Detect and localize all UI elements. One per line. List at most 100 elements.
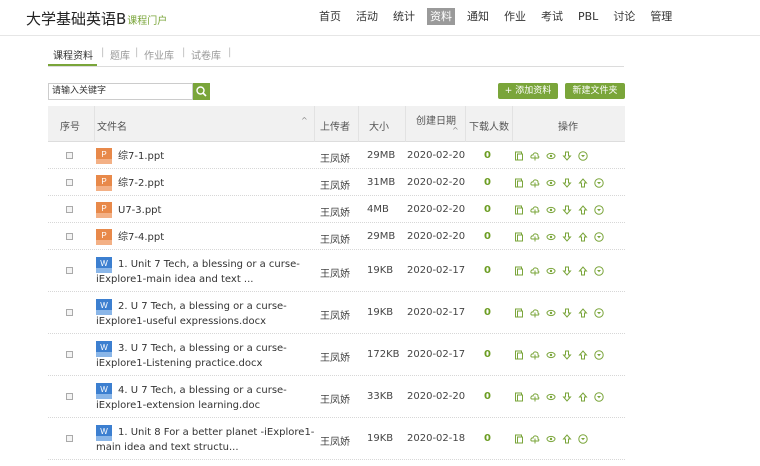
file-name-cont[interactable]: iExplore1-Listening practice.docx (96, 356, 262, 371)
file-name[interactable]: 综7-4.ppt (118, 230, 164, 245)
upload-icon[interactable] (578, 205, 588, 215)
nav-item[interactable]: 作业 (501, 8, 529, 25)
chevron-down-circle-icon[interactable] (594, 205, 604, 215)
cloud-upload-icon[interactable] (530, 392, 540, 402)
nav-item[interactable]: 资料 (427, 8, 455, 25)
table-row[interactable]: W 4. U 7 Tech, a blessing or a curse-iExp… (48, 376, 625, 418)
row-checkbox[interactable] (66, 179, 73, 186)
download-icon[interactable] (562, 205, 572, 215)
cloud-upload-icon[interactable] (530, 232, 540, 242)
nav-item[interactable]: 统计 (390, 8, 418, 25)
nav-item[interactable]: 通知 (464, 8, 492, 25)
cloud-upload-icon[interactable] (530, 434, 540, 444)
file-name-cont[interactable]: iExplore1-useful expressions.docx (96, 314, 266, 329)
upload-icon[interactable] (578, 266, 588, 276)
chevron-down-circle-icon[interactable] (594, 392, 604, 402)
upload-icon[interactable] (578, 308, 588, 318)
eye-icon[interactable] (546, 392, 556, 402)
chevron-down-circle-icon[interactable] (594, 178, 604, 188)
file-name-cont[interactable]: main idea and text structu... (96, 440, 239, 455)
file-name-cont[interactable]: iExplore1-main idea and text ... (96, 272, 253, 287)
eye-icon[interactable] (546, 205, 556, 215)
search-input[interactable]: 请输入关键字 (48, 83, 193, 100)
download-icon[interactable] (562, 350, 572, 360)
row-checkbox[interactable] (66, 393, 73, 400)
cloud-upload-icon[interactable] (530, 266, 540, 276)
cloud-upload-icon[interactable] (530, 308, 540, 318)
file-name-cont[interactable]: iExplore1-extension learning.doc (96, 398, 260, 413)
upload-icon[interactable] (578, 350, 588, 360)
row-checkbox[interactable] (66, 435, 73, 442)
doc-icon[interactable] (514, 232, 524, 242)
header-date[interactable]: 创建日期 ^ (405, 106, 465, 142)
eye-icon[interactable] (546, 232, 556, 242)
nav-item[interactable]: 管理 (647, 8, 675, 25)
file-name[interactable]: 综7-1.ppt (118, 149, 164, 164)
table-row[interactable]: P 综7-4.ppt 王凤娇 29MB 2020-02-20 0 (48, 223, 625, 250)
file-name[interactable]: 3. U 7 Tech, a blessing or a curse- (118, 341, 287, 356)
download-icon[interactable] (562, 392, 572, 402)
cloud-upload-icon[interactable] (530, 151, 540, 161)
eye-icon[interactable] (546, 308, 556, 318)
table-row[interactable]: W 2. U 7 Tech, a blessing or a curse-iExp… (48, 292, 625, 334)
tab-question-bank[interactable]: 题库 (110, 47, 130, 62)
file-name[interactable]: 1. Unit 8 For a better planet -iExplore1… (118, 425, 314, 440)
download-icon[interactable] (562, 151, 572, 161)
download-icon[interactable] (562, 266, 572, 276)
row-checkbox[interactable] (66, 351, 73, 358)
new-folder-button[interactable]: 新建文件夹 (565, 83, 625, 99)
file-name[interactable]: 1. Unit 7 Tech, a blessing or a curse- (118, 257, 300, 272)
search-button[interactable] (193, 83, 210, 100)
tab-exam-bank[interactable]: 试卷库 (191, 47, 221, 62)
table-row[interactable]: P U7-3.ppt 王凤娇 4MB 2020-02-20 0 (48, 196, 625, 223)
tab-homework-bank[interactable]: 作业库 (144, 47, 174, 62)
row-checkbox[interactable] (66, 152, 73, 159)
chevron-down-circle-icon[interactable] (578, 151, 588, 161)
doc-icon[interactable] (514, 434, 524, 444)
chevron-down-circle-icon[interactable] (594, 350, 604, 360)
eye-icon[interactable] (546, 434, 556, 444)
sort-up-icon[interactable]: ^ (301, 116, 308, 125)
cloud-upload-icon[interactable] (530, 178, 540, 188)
tab-course-materials[interactable]: 课程资料 (53, 47, 93, 62)
table-row[interactable]: W 1. Unit 8 For a better planet -iExplore… (48, 418, 625, 460)
chevron-down-circle-icon[interactable] (594, 308, 604, 318)
doc-icon[interactable] (514, 392, 524, 402)
upload-icon[interactable] (578, 232, 588, 242)
chevron-down-circle-icon[interactable] (594, 266, 604, 276)
header-filename[interactable]: 文件名 ^ (94, 106, 314, 142)
doc-icon[interactable] (514, 205, 524, 215)
upload-icon[interactable] (578, 178, 588, 188)
file-name[interactable]: 4. U 7 Tech, a blessing or a curse- (118, 383, 287, 398)
nav-item[interactable]: 活动 (353, 8, 381, 25)
doc-icon[interactable] (514, 178, 524, 188)
doc-icon[interactable] (514, 266, 524, 276)
nav-item[interactable]: 考试 (538, 8, 566, 25)
cloud-upload-icon[interactable] (530, 205, 540, 215)
table-row[interactable]: P 综7-2.ppt 王凤娇 31MB 2020-02-20 0 (48, 169, 625, 196)
nav-item[interactable]: PBL (575, 8, 601, 25)
file-name[interactable]: 综7-2.ppt (118, 176, 164, 191)
table-row[interactable]: W 1. Unit 7 Tech, a blessing or a curse-i… (48, 250, 625, 292)
eye-icon[interactable] (546, 178, 556, 188)
eye-icon[interactable] (546, 151, 556, 161)
table-row[interactable]: P 综7-1.ppt 王凤娇 29MB 2020-02-20 0 (48, 142, 625, 169)
nav-item[interactable]: 讨论 (610, 8, 638, 25)
sort-up-icon[interactable]: ^ (452, 126, 459, 135)
nav-item[interactable]: 首页 (316, 8, 344, 25)
row-checkbox[interactable] (66, 206, 73, 213)
row-checkbox[interactable] (66, 267, 73, 274)
eye-icon[interactable] (546, 350, 556, 360)
file-name[interactable]: U7-3.ppt (118, 203, 161, 218)
upload-icon[interactable] (562, 434, 572, 444)
row-checkbox[interactable] (66, 233, 73, 240)
doc-icon[interactable] (514, 350, 524, 360)
upload-icon[interactable] (578, 392, 588, 402)
doc-icon[interactable] (514, 151, 524, 161)
download-icon[interactable] (562, 308, 572, 318)
row-checkbox[interactable] (66, 309, 73, 316)
cloud-upload-icon[interactable] (530, 350, 540, 360)
chevron-down-circle-icon[interactable] (594, 232, 604, 242)
download-icon[interactable] (562, 178, 572, 188)
eye-icon[interactable] (546, 266, 556, 276)
